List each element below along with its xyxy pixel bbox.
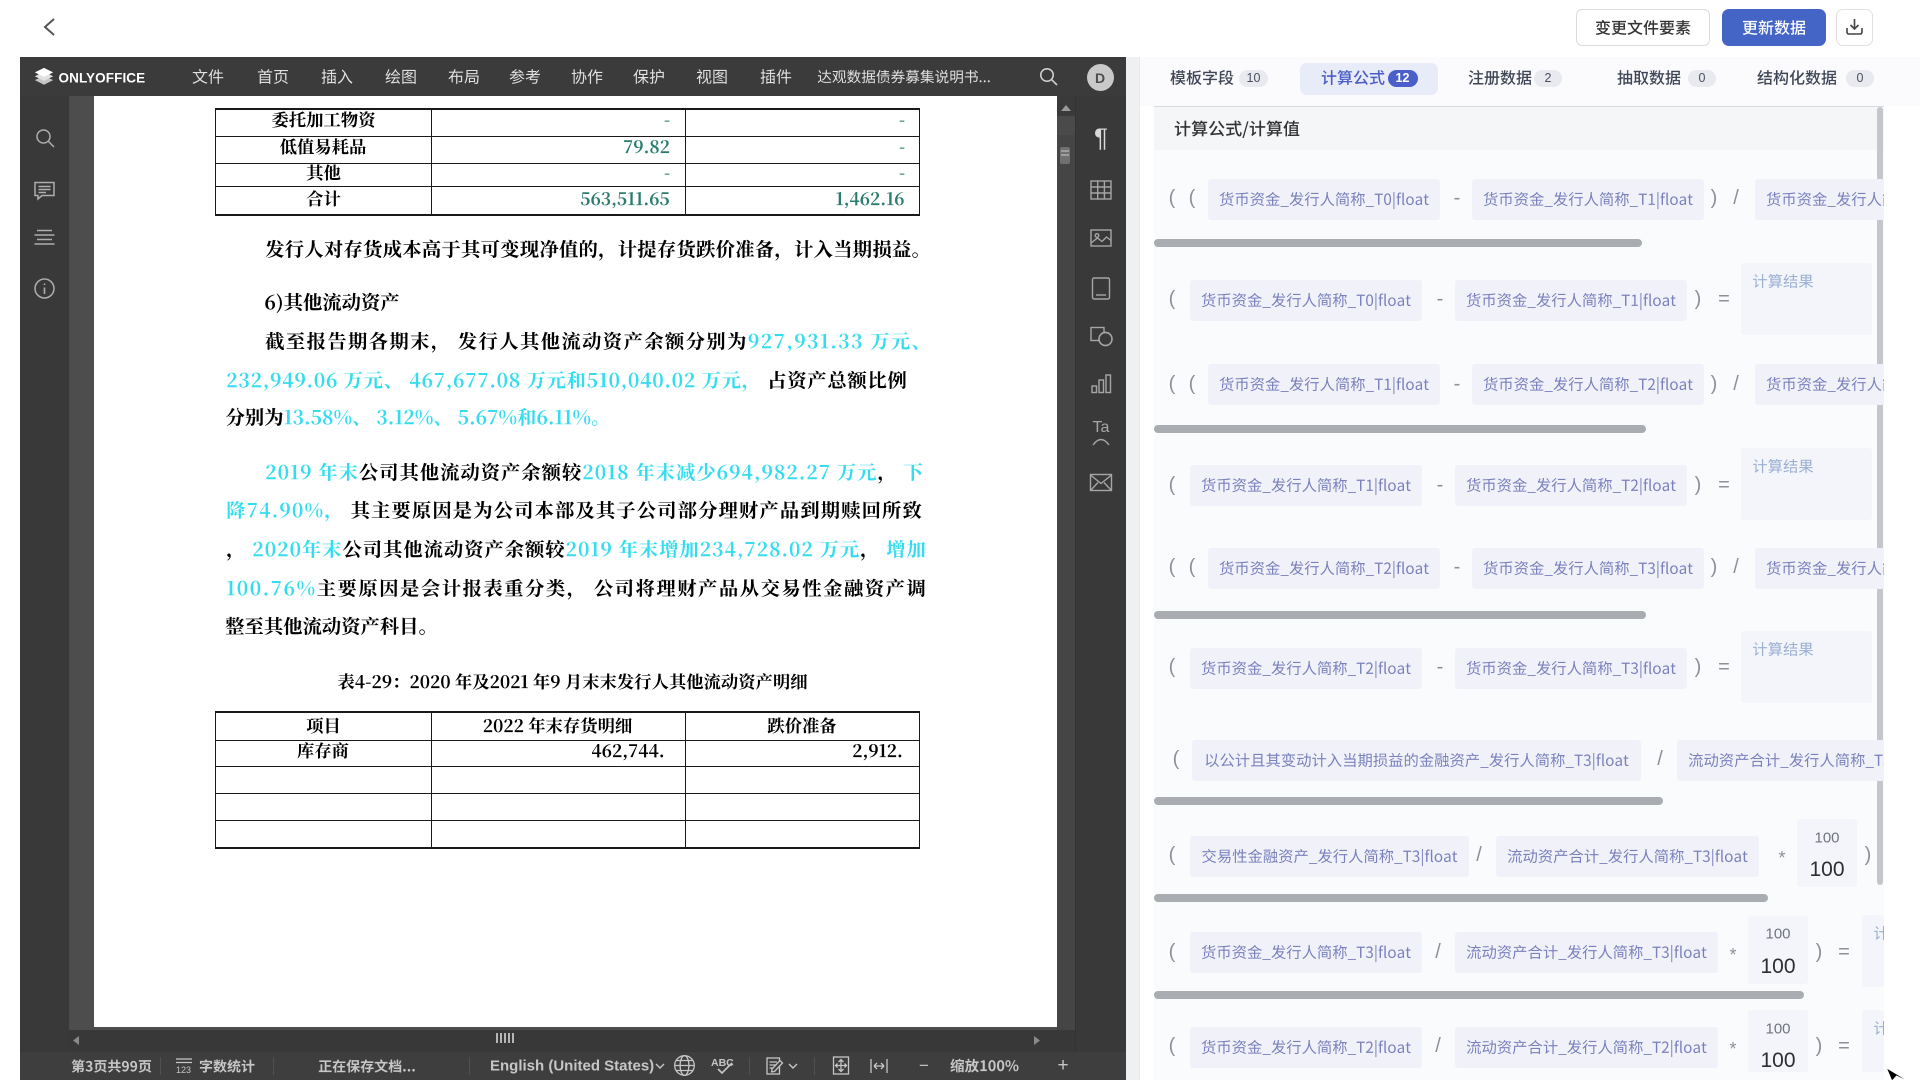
- svg-text:123: 123: [176, 1065, 191, 1075]
- svg-text:ABC: ABC: [711, 1057, 734, 1069]
